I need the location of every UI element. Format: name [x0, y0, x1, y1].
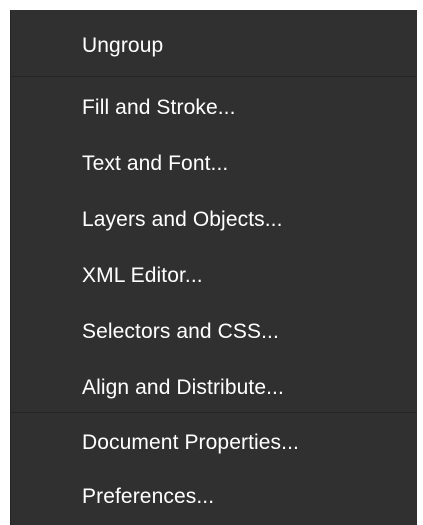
- menu-item-ungroup[interactable]: Ungroup: [11, 18, 417, 74]
- menu-item-label: XML Editor...: [82, 264, 203, 287]
- menu-item-selectors-and-css[interactable]: Selectors and CSS...: [11, 304, 417, 360]
- context-menu: Ungroup Fill and Stroke... Text and Font…: [10, 10, 417, 525]
- menu-item-align-and-distribute[interactable]: Align and Distribute...: [11, 360, 417, 416]
- menu-item-fill-and-stroke[interactable]: Fill and Stroke...: [11, 80, 417, 136]
- menu-item-label: Document Properties...: [82, 431, 299, 454]
- menu-item-label: Align and Distribute...: [82, 376, 284, 399]
- menu-item-text-and-font[interactable]: Text and Font...: [11, 136, 417, 192]
- menu-item-layers-and-objects[interactable]: Layers and Objects...: [11, 192, 417, 248]
- menu-item-label: Preferences...: [82, 485, 215, 508]
- menu-separator: [11, 412, 417, 413]
- menu-item-preferences[interactable]: Preferences...: [11, 469, 417, 525]
- menu-item-label: Selectors and CSS...: [82, 320, 279, 343]
- menu-item-label: Text and Font...: [82, 152, 229, 175]
- menu-item-label: Layers and Objects...: [82, 208, 283, 231]
- menu-item-xml-editor[interactable]: XML Editor...: [11, 248, 417, 304]
- menu-item-label: Ungroup: [82, 34, 164, 57]
- menu-item-label: Fill and Stroke...: [82, 96, 236, 119]
- menu-item-document-properties[interactable]: Document Properties...: [11, 415, 417, 471]
- menu-separator: [11, 76, 417, 77]
